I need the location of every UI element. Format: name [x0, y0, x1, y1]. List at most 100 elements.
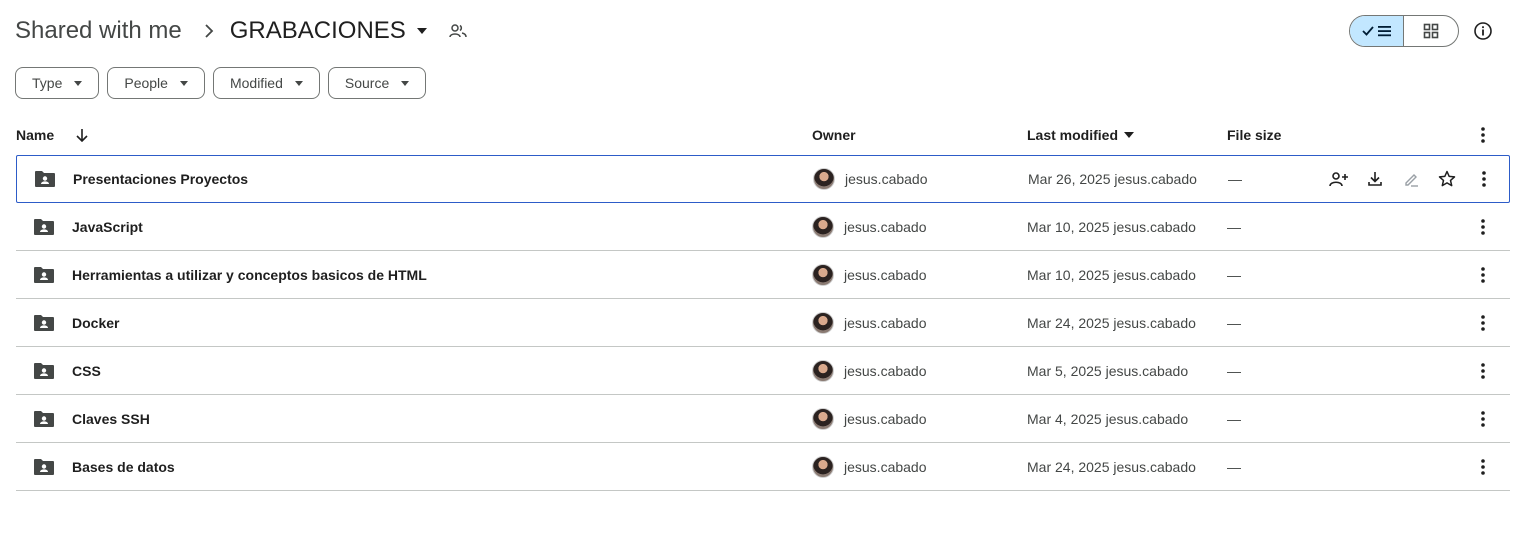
shared-folder-icon — [33, 347, 55, 394]
rename-icon[interactable] — [1399, 167, 1423, 191]
file-name: Claves SSH — [72, 410, 150, 427]
file-name: Herramientas a utilizar y conceptos basi… — [72, 266, 427, 283]
last-modified: Mar 26, 2025 jesus.cabado — [1028, 171, 1197, 187]
share-icon[interactable] — [1327, 167, 1351, 191]
filter-bar: Type People Modified Source — [15, 67, 427, 99]
owner-cell: jesus.cabado — [812, 443, 927, 490]
file-name: JavaScript — [72, 218, 143, 235]
column-header-name[interactable]: Name — [16, 118, 88, 152]
filter-people-chip[interactable]: People — [107, 67, 205, 99]
file-size: — — [1227, 458, 1241, 475]
owner-cell: jesus.cabado — [812, 395, 927, 442]
grid-view-button[interactable] — [1404, 16, 1458, 46]
file-size: — — [1228, 171, 1242, 187]
owner-cell: jesus.cabado — [812, 251, 927, 298]
file-size: — — [1227, 314, 1241, 331]
filter-label: Type — [32, 75, 63, 91]
people-icon[interactable] — [446, 19, 470, 43]
file-size: — — [1227, 218, 1241, 235]
filter-source-chip[interactable]: Source — [327, 67, 427, 99]
caret-down-icon — [401, 80, 410, 86]
filter-type-chip[interactable]: Type — [15, 67, 100, 99]
column-header-modified[interactable]: Last modified — [1027, 118, 1135, 152]
filter-label: People — [124, 75, 168, 91]
owner-name: jesus.cabado — [844, 314, 927, 331]
more-vert-icon[interactable] — [1472, 156, 1496, 202]
shared-folder-icon — [33, 203, 55, 250]
filter-label: Source — [344, 75, 390, 91]
column-label: Last modified — [1027, 127, 1119, 143]
more-vert-icon[interactable] — [1471, 299, 1495, 346]
view-toggle — [1349, 15, 1459, 47]
star-icon[interactable] — [1435, 167, 1459, 191]
more-vert-icon[interactable] — [1471, 443, 1495, 490]
table-row[interactable]: Bases de datos jesus.cabado Mar 24, 2025… — [16, 443, 1510, 491]
owner-cell: jesus.cabado — [813, 156, 928, 202]
table-row[interactable]: Claves SSH jesus.cabado Mar 4, 2025 jesu… — [16, 395, 1510, 443]
caret-down-icon — [412, 21, 432, 41]
last-modified: Mar 24, 2025 jesus.cabado — [1027, 314, 1196, 331]
breadcrumb-shared-with-me[interactable]: Shared with me — [15, 17, 182, 45]
shared-folder-icon — [33, 299, 55, 346]
avatar — [812, 311, 834, 334]
caret-down-icon — [74, 80, 83, 86]
file-name: CSS — [72, 362, 101, 379]
avatar — [813, 168, 835, 190]
caret-down-icon — [179, 80, 188, 86]
column-label: Name — [16, 127, 55, 143]
owner-cell: jesus.cabado — [812, 347, 927, 394]
table-row[interactable]: Docker jesus.cabado Mar 24, 2025 jesus.c… — [16, 299, 1510, 347]
more-vert-icon[interactable] — [1471, 347, 1495, 394]
shared-folder-icon — [33, 443, 55, 490]
column-header-size[interactable]: File size — [1227, 118, 1281, 152]
table-row[interactable]: CSS jesus.cabado Mar 5, 2025 jesus.cabad… — [16, 347, 1510, 395]
owner-name: jesus.cabado — [844, 410, 927, 427]
avatar — [812, 455, 834, 478]
info-icon[interactable] — [1471, 19, 1495, 43]
owner-name: jesus.cabado — [844, 362, 927, 379]
table-row[interactable]: Presentaciones Proyectos jesus.cabado Ma… — [16, 155, 1510, 203]
chevron-right-icon — [204, 24, 214, 38]
last-modified: Mar 4, 2025 jesus.cabado — [1027, 410, 1189, 427]
folder-title: GRABACIONES — [229, 17, 406, 44]
last-modified: Mar 5, 2025 jesus.cabado — [1027, 362, 1189, 379]
breadcrumb-current-folder[interactable]: GRABACIONES — [230, 17, 432, 45]
shared-folder-icon — [33, 251, 55, 298]
owner-cell: jesus.cabado — [812, 203, 927, 250]
caret-down-icon — [1124, 132, 1135, 138]
row-actions — [1327, 156, 1459, 202]
column-label: Owner — [812, 127, 856, 143]
owner-name: jesus.cabado — [844, 218, 927, 235]
file-size: — — [1227, 362, 1241, 379]
caret-down-icon — [294, 80, 303, 86]
shared-folder-icon — [34, 156, 56, 202]
more-vert-icon[interactable] — [1471, 118, 1495, 152]
last-modified: Mar 24, 2025 jesus.cabado — [1027, 458, 1196, 475]
table-row[interactable]: Herramientas a utilizar y conceptos basi… — [16, 251, 1510, 299]
grid-view-icon — [1423, 23, 1439, 39]
shared-folder-icon — [33, 395, 55, 442]
table-row[interactable]: JavaScript jesus.cabado Mar 10, 2025 jes… — [16, 203, 1510, 251]
list-view-icon — [1361, 26, 1391, 37]
avatar — [812, 359, 834, 382]
column-label: File size — [1227, 127, 1282, 143]
file-list: Presentaciones Proyectos jesus.cabado Ma… — [16, 155, 1510, 491]
breadcrumb: Shared with me GRABACIONES — [15, 12, 470, 50]
file-name: Bases de datos — [72, 458, 175, 475]
owner-cell: jesus.cabado — [812, 299, 927, 346]
avatar — [812, 407, 834, 430]
filter-modified-chip[interactable]: Modified — [212, 67, 320, 99]
more-vert-icon[interactable] — [1471, 395, 1495, 442]
more-vert-icon[interactable] — [1471, 251, 1495, 298]
arrow-down-icon[interactable] — [76, 128, 88, 142]
last-modified: Mar 10, 2025 jesus.cabado — [1027, 218, 1196, 235]
owner-name: jesus.cabado — [844, 266, 927, 283]
download-icon[interactable] — [1363, 167, 1387, 191]
list-view-button[interactable] — [1350, 16, 1405, 46]
avatar — [812, 215, 834, 238]
column-header-owner[interactable]: Owner — [812, 118, 856, 152]
more-vert-icon[interactable] — [1471, 203, 1495, 250]
file-size: — — [1227, 410, 1241, 427]
last-modified: Mar 10, 2025 jesus.cabado — [1027, 266, 1196, 283]
owner-name: jesus.cabado — [844, 458, 927, 475]
